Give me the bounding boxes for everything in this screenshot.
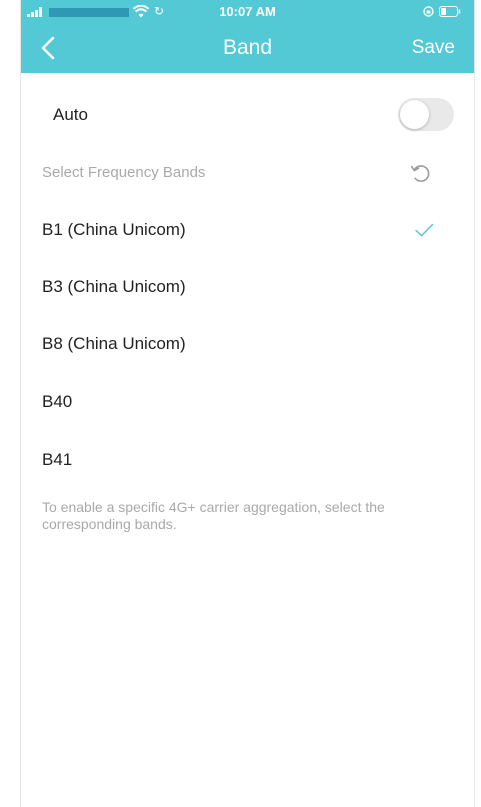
band-label: B1 (China Unicom) <box>42 220 186 239</box>
band-item-b3[interactable]: B3 (China Unicom) <box>21 266 474 306</box>
band-label: B41 <box>42 450 73 469</box>
section-label: Select Frequency Bands <box>42 164 206 181</box>
toggle-knob <box>400 100 429 129</box>
status-bar: ↻ 10:07 AM <box>21 0 474 23</box>
reset-icon[interactable] <box>409 161 433 185</box>
page-title: Band <box>222 36 273 59</box>
band-item-b8[interactable]: B8 (China Unicom) <box>21 323 474 363</box>
band-item-b1[interactable]: B1 (China Unicom) <box>21 209 474 249</box>
band-item-b40[interactable]: B40 <box>21 381 474 421</box>
auto-toggle[interactable] <box>398 98 454 131</box>
navigation-bar: Band Save <box>21 23 474 73</box>
check-icon <box>415 223 434 237</box>
band-label: B8 (China Unicom) <box>42 334 186 353</box>
status-time: 10:07 AM <box>219 4 276 19</box>
save-button[interactable]: Save <box>412 36 455 60</box>
band-item-b41[interactable]: B41 <box>21 439 474 479</box>
frame-right-border <box>474 0 475 807</box>
band-label: B3 (China Unicom) <box>42 277 186 296</box>
rotation-lock-icon <box>423 6 434 17</box>
auto-label: Auto <box>53 105 88 124</box>
carrier-aggregation-hint: To enable a specific 4G+ carrier aggrega… <box>42 499 385 532</box>
phone-screen: ↻ 10:07 AM Band Save Auto Select Frequen… <box>0 0 481 807</box>
battery-icon <box>439 6 461 17</box>
band-label: B40 <box>42 392 73 411</box>
